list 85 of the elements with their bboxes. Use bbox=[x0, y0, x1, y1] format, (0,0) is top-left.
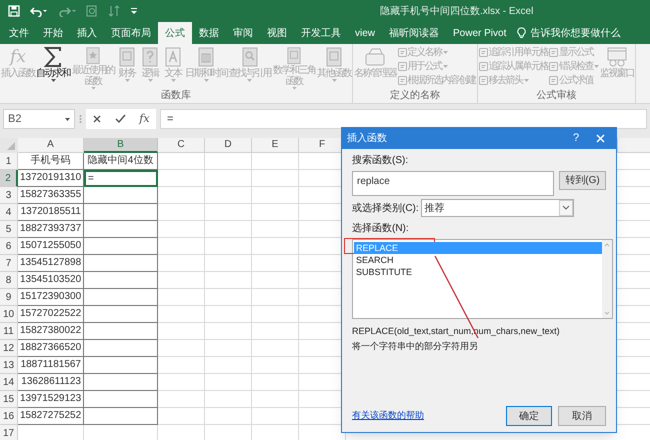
customize-icon[interactable] bbox=[130, 5, 138, 17]
row-header[interactable]: 13 bbox=[0, 357, 18, 374]
ribbon-tab[interactable]: 文件 bbox=[2, 22, 36, 44]
command-icon bbox=[398, 62, 406, 71]
undo-icon[interactable] bbox=[30, 5, 48, 17]
ribbon-button[interactable]: 自动求和 bbox=[36, 46, 70, 90]
row-header[interactable]: 9 bbox=[0, 289, 18, 306]
ribbon-tab[interactable]: view bbox=[348, 22, 382, 44]
row-header[interactable]: 8 bbox=[0, 272, 18, 289]
column-header[interactable]: A bbox=[18, 138, 84, 153]
ribbon-tab[interactable]: 视图 bbox=[260, 22, 294, 44]
print-preview-icon[interactable] bbox=[86, 5, 98, 17]
ribbon-tab[interactable]: 开始 bbox=[36, 22, 70, 44]
column-header[interactable] bbox=[617, 138, 650, 153]
row-header[interactable]: 7 bbox=[0, 255, 18, 272]
enter-icon[interactable] bbox=[115, 114, 126, 124]
ribbon-tab[interactable]: 审阅 bbox=[226, 22, 260, 44]
list-item[interactable]: SEARCH bbox=[354, 254, 602, 266]
insert-function-button[interactable]: fx bbox=[139, 112, 150, 126]
scrollbar-icon bbox=[602, 240, 612, 318]
row-header[interactable]: 2 bbox=[0, 170, 18, 187]
column-header[interactable]: E bbox=[252, 138, 299, 153]
formula-field[interactable]: = bbox=[160, 109, 647, 129]
column-header[interactable]: C bbox=[158, 138, 205, 153]
window-title: 隐藏手机号中间四位数.xlsx - Excel bbox=[380, 4, 534, 18]
row-header[interactable]: 1 bbox=[0, 153, 18, 170]
grip-icon bbox=[79, 114, 82, 124]
row-header[interactable]: 17 bbox=[0, 425, 18, 440]
ribbon-tab[interactable]: 插入 bbox=[70, 22, 104, 44]
row-header[interactable]: 4 bbox=[0, 204, 18, 221]
command-icon bbox=[478, 48, 488, 57]
command-icon bbox=[398, 76, 406, 85]
dialog-title: 插入函数 bbox=[347, 132, 388, 146]
close-icon[interactable] bbox=[596, 134, 605, 143]
sort-icon[interactable] bbox=[108, 5, 120, 17]
lightbulb-icon bbox=[517, 27, 526, 39]
column-header[interactable]: B bbox=[84, 138, 158, 153]
cancel-icon[interactable] bbox=[92, 114, 102, 124]
function-description: 将一个字符串中的部分字符用另 bbox=[352, 340, 479, 352]
field-label: 搜索函数(S): bbox=[352, 155, 410, 167]
column-header[interactable]: D bbox=[205, 138, 252, 153]
help-link[interactable]: 有关该函数的帮助 bbox=[352, 408, 424, 422]
row-header[interactable]: 14 bbox=[0, 374, 18, 391]
row-header[interactable]: 10 bbox=[0, 306, 18, 323]
row-header[interactable]: 16 bbox=[0, 408, 18, 425]
command-icon bbox=[549, 62, 558, 71]
function-list[interactable]: REPLACE SEARCH SUBSTITUTE bbox=[352, 239, 613, 319]
command-icon bbox=[478, 76, 488, 85]
group-label: 函数库 bbox=[160, 90, 192, 102]
ribbon-tab[interactable]: 数据 bbox=[192, 22, 226, 44]
search-field[interactable]: replace bbox=[352, 171, 554, 196]
list-item[interactable]: SUBSTITUTE bbox=[354, 266, 602, 278]
name-box[interactable]: B2 bbox=[3, 109, 75, 129]
command-icon bbox=[478, 62, 488, 71]
row-header[interactable]: 11 bbox=[0, 323, 18, 340]
field-label: 选择函数(N): bbox=[352, 223, 410, 235]
save-icon[interactable] bbox=[8, 5, 20, 17]
ribbon-tab[interactable]: 开发工具 bbox=[294, 22, 348, 44]
cancel-button[interactable]: 取消 bbox=[558, 406, 606, 426]
go-button[interactable]: 转到(G) bbox=[558, 171, 606, 190]
caret-icon bbox=[65, 118, 70, 120]
command-icon bbox=[549, 48, 558, 57]
row-header[interactable]: 5 bbox=[0, 221, 18, 238]
tell-me-field[interactable]: 告诉我你想要做什么 bbox=[517, 22, 620, 44]
table-cell[interactable]: = bbox=[84, 170, 158, 187]
row-header[interactable]: 12 bbox=[0, 340, 18, 357]
ribbon-tab[interactable]: 页面布局 bbox=[104, 22, 158, 44]
command-icon bbox=[398, 48, 406, 57]
help-button[interactable]: ? bbox=[568, 130, 584, 147]
group-label: 定义的名称 bbox=[388, 90, 441, 102]
table-cell[interactable]: 隐藏中间4位数 bbox=[84, 153, 158, 170]
ribbon-tab[interactable]: 福昕阅读器 bbox=[382, 22, 446, 44]
ok-button[interactable]: 确定 bbox=[506, 406, 552, 426]
row-header[interactable]: 6 bbox=[0, 238, 18, 255]
row-header[interactable]: 3 bbox=[0, 187, 18, 204]
ribbon-tab[interactable]: Power Pivot bbox=[446, 22, 514, 44]
function-icon: fx bbox=[10, 46, 26, 68]
ribbon-tab[interactable]: 公式 bbox=[158, 22, 192, 44]
category-dropdown[interactable]: 推荐 bbox=[420, 199, 574, 217]
row-header[interactable]: 15 bbox=[0, 391, 18, 408]
command-icon bbox=[549, 76, 558, 85]
group-label: 公式审核 bbox=[535, 90, 578, 102]
field-label: 或选择类别(C): bbox=[352, 202, 419, 216]
redo-icon[interactable] bbox=[58, 5, 76, 17]
sigma-icon bbox=[42, 46, 64, 68]
